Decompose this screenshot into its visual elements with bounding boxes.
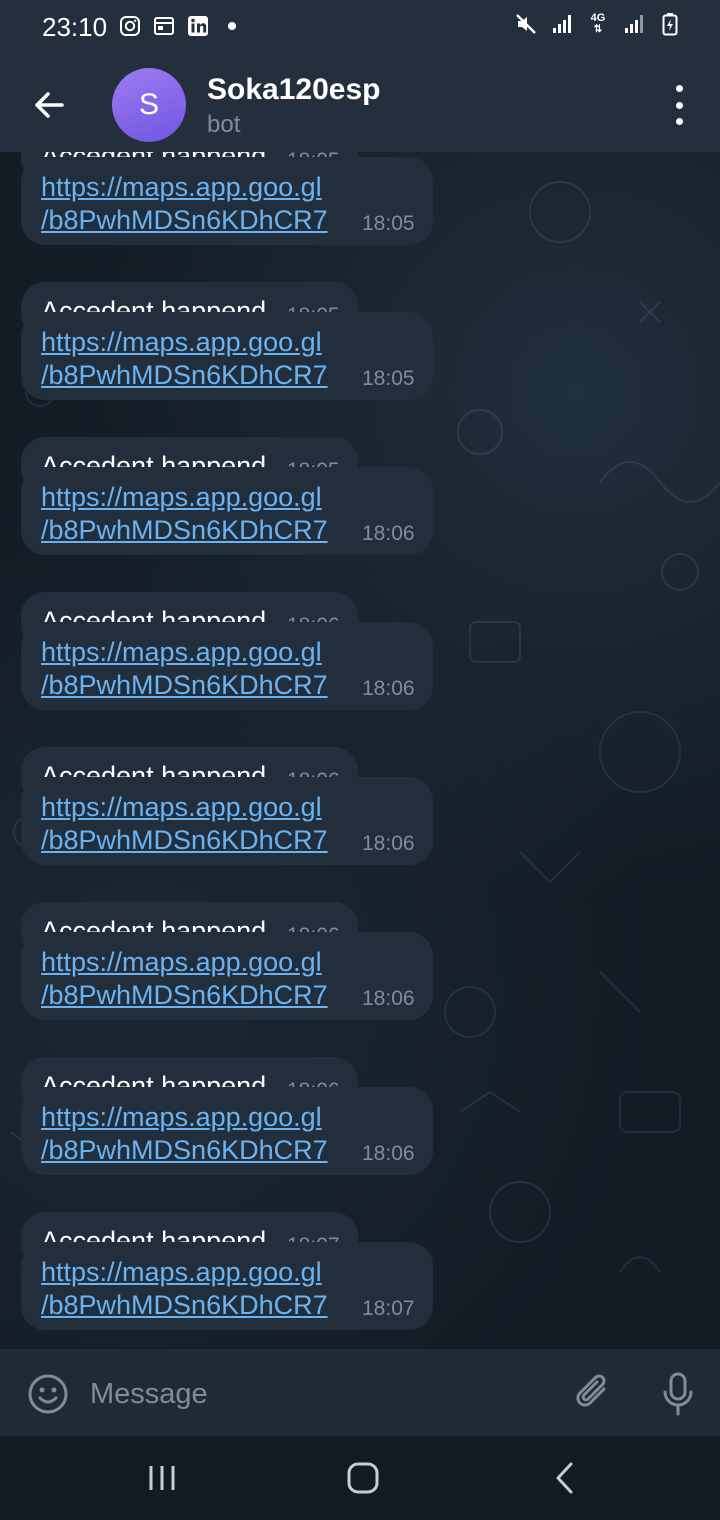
recent-apps-icon bbox=[149, 1466, 175, 1490]
message-link[interactable]: https://maps.app.goo.gl/b8PwhMDSn6KDhCR7 bbox=[41, 946, 328, 1012]
home-icon bbox=[347, 1462, 379, 1494]
avatar-letter: S bbox=[138, 88, 159, 121]
status-bar: 23:10 4G ⇅ bbox=[0, 0, 720, 55]
network-type-label: 4G bbox=[590, 12, 606, 24]
link-line-2[interactable]: /b8PwhMDSn6KDhCR7 bbox=[41, 980, 328, 1010]
signal-icon bbox=[622, 12, 646, 36]
message-timestamp: 18:06 bbox=[362, 987, 415, 1010]
link-line-2[interactable]: /b8PwhMDSn6KDhCR7 bbox=[41, 1290, 328, 1320]
message-bubble-link[interactable]: https://maps.app.goo.gl/b8PwhMDSn6KDhCR7… bbox=[21, 467, 433, 555]
message-link[interactable]: https://maps.app.goo.gl/b8PwhMDSn6KDhCR7 bbox=[41, 791, 328, 857]
link-line-2[interactable]: /b8PwhMDSn6KDhCR7 bbox=[41, 670, 328, 700]
instagram-icon bbox=[118, 14, 142, 38]
message-link[interactable]: https://maps.app.goo.gl/b8PwhMDSn6KDhCR7 bbox=[41, 326, 328, 392]
nav-back-button[interactable] bbox=[553, 1460, 577, 1496]
message-list[interactable]: Accedent happend18:05https://maps.app.go… bbox=[0, 152, 720, 1349]
emoji-icon bbox=[28, 1374, 68, 1414]
message-link[interactable]: https://maps.app.goo.gl/b8PwhMDSn6KDhCR7 bbox=[41, 481, 328, 547]
composer-bar bbox=[0, 1349, 720, 1436]
message-timestamp: 18:06 bbox=[362, 832, 415, 855]
dot-icon bbox=[228, 22, 236, 30]
message-bubble-link[interactable]: https://maps.app.goo.gl/b8PwhMDSn6KDhCR7… bbox=[21, 157, 433, 245]
message-timestamp: 18:06 bbox=[362, 1142, 415, 1165]
microphone-icon bbox=[663, 1372, 693, 1416]
emoji-button[interactable] bbox=[27, 1373, 69, 1415]
recent-apps-button[interactable] bbox=[147, 1464, 177, 1492]
link-line-1[interactable]: https://maps.app.goo.gl bbox=[41, 1257, 322, 1287]
home-button[interactable] bbox=[345, 1460, 381, 1496]
status-time: 23:10 bbox=[42, 12, 108, 42]
calendar-icon bbox=[152, 14, 176, 38]
link-line-1[interactable]: https://maps.app.goo.gl bbox=[41, 637, 322, 667]
avatar[interactable]: S bbox=[112, 68, 186, 142]
message-bubble-link[interactable]: https://maps.app.goo.gl/b8PwhMDSn6KDhCR7… bbox=[21, 312, 433, 400]
message-timestamp: 18:07 bbox=[362, 1297, 415, 1320]
message-timestamp: 18:06 bbox=[362, 522, 415, 545]
link-line-2[interactable]: /b8PwhMDSn6KDhCR7 bbox=[41, 1135, 328, 1165]
attach-button[interactable] bbox=[574, 1373, 614, 1415]
arrow-left-icon bbox=[35, 92, 64, 118]
system-nav-bar bbox=[0, 1436, 720, 1520]
chat-header: S Soka120esp bot bbox=[0, 55, 720, 152]
link-line-2[interactable]: /b8PwhMDSn6KDhCR7 bbox=[41, 205, 328, 235]
link-line-1[interactable]: https://maps.app.goo.gl bbox=[41, 327, 322, 357]
message-timestamp: 18:06 bbox=[362, 677, 415, 700]
message-bubble-link[interactable]: https://maps.app.goo.gl/b8PwhMDSn6KDhCR7… bbox=[21, 622, 433, 710]
link-line-2[interactable]: /b8PwhMDSn6KDhCR7 bbox=[41, 825, 328, 855]
message-link[interactable]: https://maps.app.goo.gl/b8PwhMDSn6KDhCR7 bbox=[41, 1101, 328, 1167]
signal-icon bbox=[550, 12, 574, 36]
link-line-2[interactable]: /b8PwhMDSn6KDhCR7 bbox=[41, 515, 328, 545]
message-timestamp: 18:05 bbox=[362, 212, 415, 235]
message-bubble-link[interactable]: https://maps.app.goo.gl/b8PwhMDSn6KDhCR7… bbox=[21, 932, 433, 1020]
paperclip-icon bbox=[576, 1374, 606, 1407]
more-vertical-icon bbox=[675, 85, 683, 92]
link-line-1[interactable]: https://maps.app.goo.gl bbox=[41, 792, 322, 822]
message-bubble-link[interactable]: https://maps.app.goo.gl/b8PwhMDSn6KDhCR7… bbox=[21, 1242, 433, 1330]
message-link[interactable]: https://maps.app.goo.gl/b8PwhMDSn6KDhCR7 bbox=[41, 636, 328, 702]
linkedin-icon bbox=[186, 14, 210, 38]
data-arrows-icon: ⇅ bbox=[593, 24, 603, 35]
mute-icon bbox=[514, 12, 538, 36]
message-input[interactable] bbox=[88, 1371, 552, 1417]
link-line-2[interactable]: /b8PwhMDSn6KDhCR7 bbox=[41, 360, 328, 390]
message-link[interactable]: https://maps.app.goo.gl/b8PwhMDSn6KDhCR7 bbox=[41, 171, 328, 237]
more-options-button[interactable] bbox=[664, 85, 694, 125]
microphone-button[interactable] bbox=[660, 1371, 696, 1417]
message-link[interactable]: https://maps.app.goo.gl/b8PwhMDSn6KDhCR7 bbox=[41, 1256, 328, 1322]
message-bubble-link[interactable]: https://maps.app.goo.gl/b8PwhMDSn6KDhCR7… bbox=[21, 1087, 433, 1175]
link-line-1[interactable]: https://maps.app.goo.gl bbox=[41, 947, 322, 977]
notification-icons bbox=[118, 14, 236, 38]
chat-title[interactable]: Soka120esp bbox=[207, 73, 380, 107]
link-line-1[interactable]: https://maps.app.goo.gl bbox=[41, 172, 322, 202]
back-icon bbox=[556, 1462, 573, 1494]
chat-subtitle: bot bbox=[207, 111, 241, 138]
link-line-1[interactable]: https://maps.app.goo.gl bbox=[41, 1102, 322, 1132]
4g-icon: 4G ⇅ bbox=[586, 12, 610, 36]
message-bubble-link[interactable]: https://maps.app.goo.gl/b8PwhMDSn6KDhCR7… bbox=[21, 777, 433, 865]
system-icons: 4G ⇅ bbox=[514, 12, 682, 36]
link-line-1[interactable]: https://maps.app.goo.gl bbox=[41, 482, 322, 512]
battery-icon bbox=[658, 12, 682, 36]
back-button[interactable] bbox=[28, 83, 72, 127]
message-timestamp: 18:05 bbox=[362, 367, 415, 390]
